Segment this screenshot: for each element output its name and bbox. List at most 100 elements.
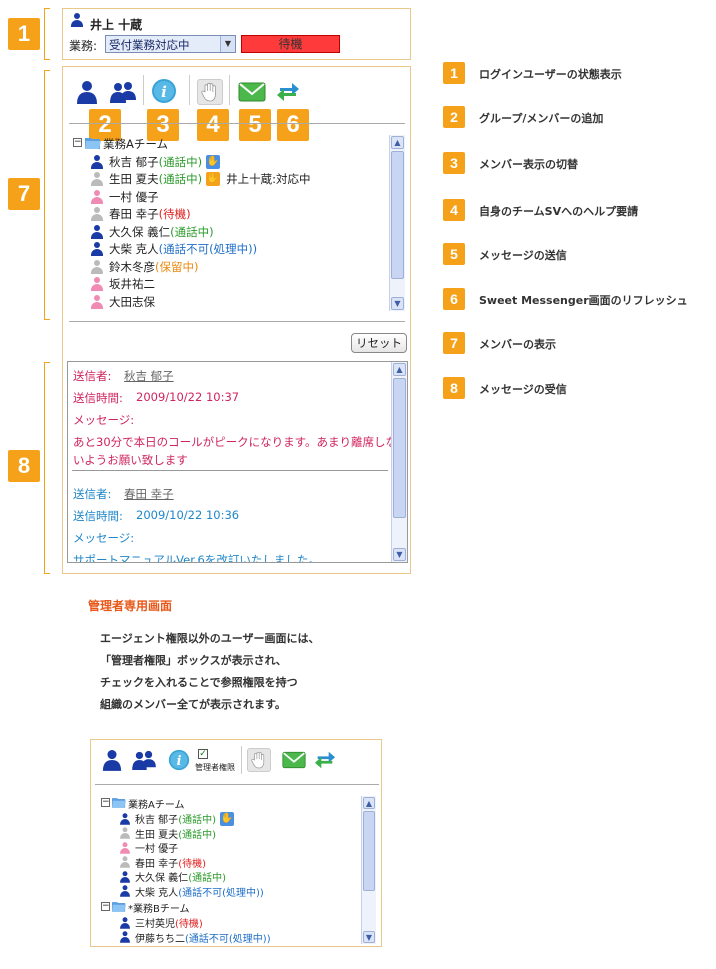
list-item[interactable]: 秋吉 郁子 (通話中) ✋	[91, 153, 221, 170]
legend-text: メンバーの表示	[479, 338, 556, 351]
group-name[interactable]: *業務Bチーム	[128, 900, 190, 915]
hand-raise-icon: ✋	[206, 172, 221, 186]
task-select[interactable]: 受付業務対応中 ▼	[105, 35, 236, 53]
scroll-thumb[interactable]	[391, 151, 404, 279]
admin-description-line: 組織のメンバー全てが表示されます。	[100, 698, 286, 711]
reset-button[interactable]: リセット	[351, 333, 407, 353]
sent-time: 2009/10/22 10:36	[136, 508, 240, 522]
refresh-icon[interactable]	[313, 748, 337, 772]
person-icon	[91, 277, 103, 291]
mail-icon[interactable]	[237, 81, 267, 103]
list-item[interactable]: 大柴 克人 (通話不可(処理中))	[119, 883, 264, 900]
message-body: あと30分で本日のコールがピークになります。あまり離席しな	[73, 435, 397, 449]
user-icon	[71, 13, 89, 30]
legend-text: メッセージの送信	[479, 249, 567, 262]
callout-badge-8: 8	[8, 450, 40, 482]
group-name[interactable]: 業務Aチーム	[103, 136, 168, 152]
message-label: メッセージ:	[73, 413, 135, 427]
list-item[interactable]: 生田 夏夫 (通話中) ✋ 井上十蔵:対応中	[91, 171, 311, 188]
scroll-thumb[interactable]	[363, 811, 375, 891]
member-name: 秋吉 郁子	[109, 154, 159, 169]
legend-badge: 3	[443, 152, 465, 174]
admin-scrollbar[interactable]: ▲ ▼	[361, 796, 376, 944]
group-name[interactable]: 業務Aチーム	[128, 796, 185, 811]
mail-icon[interactable]	[281, 750, 307, 770]
sender-label: 送信者:	[73, 487, 112, 501]
list-item[interactable]: 鈴木冬彦 (保留中)	[91, 258, 198, 275]
sender-label: 送信者:	[73, 369, 112, 383]
message-body: いようお願い致します	[73, 453, 188, 467]
legend-badge: 7	[443, 332, 465, 354]
list-item[interactable]: 大久保 義仁 (通話中)	[91, 223, 214, 240]
hand-raise-icon: ✋	[206, 154, 221, 169]
member-status: (通話中)	[158, 154, 203, 169]
list-separator	[69, 321, 405, 322]
member-name: 坂井祐二	[109, 277, 155, 291]
hand-icon[interactable]	[247, 748, 271, 772]
admin-checkbox-label[interactable]: 管理者権限	[195, 762, 235, 773]
legend-text: ログインユーザーの状態表示	[479, 68, 622, 81]
admin-checkbox[interactable]: ✓	[198, 749, 208, 759]
member-tree[interactable]: − 業務Aチーム 秋吉 郁子 (通話中) ✋ 生田 夏夫 (通話中) ✋ 井上十蔵:対応中一…	[69, 133, 405, 311]
person-icon	[91, 242, 103, 256]
scroll-up-arrow[interactable]: ▲	[393, 363, 406, 376]
admin-member-tree[interactable]: − 業務Aチーム 秋吉 郁子 (通話中) ✋ 生田 夏夫 (通話中) 一村 優子 春田 幸子…	[97, 794, 377, 946]
member-name: 大柴 克人	[109, 242, 159, 256]
person-icon	[120, 827, 130, 839]
list-item[interactable]: 春田 幸子 (待機)	[91, 206, 191, 223]
member-name: 大柴 克人	[135, 887, 179, 899]
user-icon[interactable]	[101, 748, 123, 772]
status-text: 待機	[278, 37, 303, 51]
info-icon[interactable]: i	[167, 748, 191, 772]
scroll-down-arrow[interactable]: ▼	[363, 931, 375, 943]
person-icon	[91, 259, 103, 274]
scroll-thumb[interactable]	[393, 378, 406, 518]
member-status: (通話中)	[178, 829, 216, 841]
member-name: 生田 夏夫	[109, 172, 159, 186]
refresh-icon[interactable]	[275, 79, 301, 105]
person-icon	[120, 916, 130, 929]
legend-badge: 1	[443, 62, 465, 84]
toolbar-divider	[229, 75, 230, 105]
list-item[interactable]: 大田志保	[91, 293, 155, 310]
tree-collapse-toggle[interactable]: −	[101, 798, 110, 807]
list-item[interactable]: 坂井祐二	[91, 276, 155, 293]
tree-collapse-toggle[interactable]: −	[101, 902, 110, 911]
legend-text: Sweet Messenger画面のリフレッシュ	[479, 294, 688, 307]
list-item[interactable]: 大柴 克人 (通話不可(処理中))	[91, 241, 257, 258]
scroll-up-arrow[interactable]: ▲	[391, 136, 404, 149]
person-icon	[91, 154, 103, 169]
legend-text: グループ/メンバーの追加	[479, 112, 604, 125]
callout-bracket-1	[44, 8, 50, 60]
person-icon	[91, 224, 103, 239]
scroll-up-arrow[interactable]: ▲	[363, 797, 375, 809]
scroll-down-arrow[interactable]: ▼	[393, 548, 406, 561]
status-indicator: 待機	[241, 35, 340, 53]
list-item[interactable]: 一村 優子	[91, 188, 159, 205]
group-members-icon[interactable]	[109, 81, 137, 103]
admin-panel: i ✓ 管理者権限 − 業務Aチーム 秋吉 郁子 (通話中) ✋ 生田 夏夫 (通話中)…	[90, 739, 382, 947]
legend-text: 自身のチームSVへのヘルプ要請	[479, 205, 639, 218]
member-status: (通話不可(処理中))	[158, 242, 258, 256]
scroll-down-arrow[interactable]: ▼	[391, 297, 404, 310]
time-label: 送信時間:	[73, 391, 123, 405]
toolbar-divider	[143, 75, 144, 105]
info-icon[interactable]: i	[151, 78, 177, 104]
admin-description-line: 「管理者権限」ボックスが表示され、	[100, 654, 287, 667]
member-status: (保留中)	[155, 259, 199, 274]
member-scrollbar[interactable]: ▲ ▼	[389, 135, 405, 311]
task-select-value: 受付業務対応中	[109, 38, 190, 52]
user-icon[interactable]	[75, 79, 99, 105]
list-item[interactable]: 伊藤ちち二 (通話不可(処理中))	[119, 929, 271, 946]
member-status: (通話中)	[158, 172, 203, 186]
message-scrollbar[interactable]: ▲ ▼	[391, 362, 407, 562]
hand-icon[interactable]	[197, 79, 223, 105]
svg-text:i: i	[177, 753, 182, 768]
person-icon	[120, 812, 130, 825]
tree-collapse-toggle[interactable]: −	[73, 138, 82, 147]
chevron-down-icon[interactable]: ▼	[220, 36, 235, 52]
group-members-icon[interactable]	[131, 750, 157, 770]
member-name: 春田 幸子	[109, 207, 159, 221]
message-box[interactable]: 送信者: 秋吉 郁子 送信時間: 2009/10/22 10:37 メッセージ: あと30…	[67, 361, 408, 563]
member-name: 大田志保	[109, 294, 155, 309]
